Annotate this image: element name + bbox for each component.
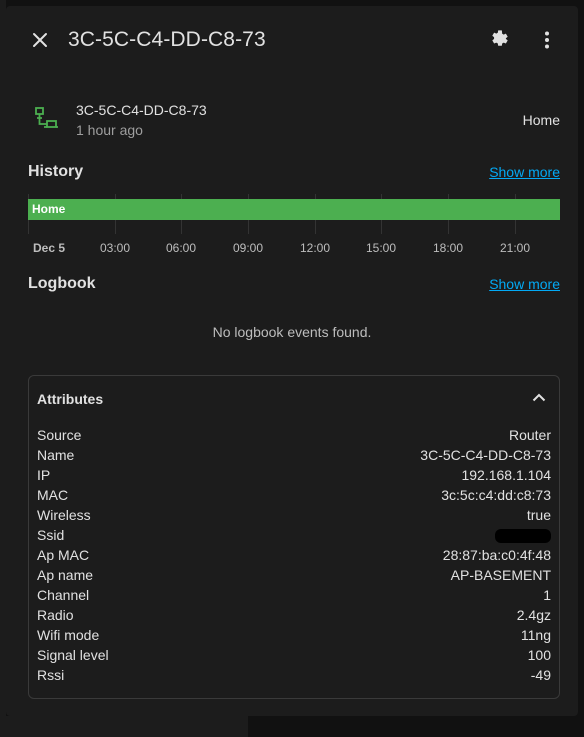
attribute-value: 2.4gz: [516, 607, 551, 623]
history-show-more-link[interactable]: Show more: [489, 164, 560, 180]
attribute-key: Wifi mode: [37, 627, 100, 643]
dialog-header: 3C-5C-C4-DD-C8-73: [6, 6, 578, 78]
timeline-tick-label: 09:00: [232, 241, 264, 255]
attribute-row: Wifi mode 11ng: [37, 625, 551, 645]
attribute-key: Ssid: [37, 527, 65, 543]
timeline-tick-label: 03:00: [99, 241, 131, 255]
attribute-row: Ssid: [37, 525, 551, 545]
attribute-row: Source Router: [37, 425, 551, 445]
redaction-mark: [495, 529, 551, 544]
history-timeline: Home Dec 5 03:00 06:00 09:00 12:00 15:00…: [28, 194, 560, 255]
history-bar-label: Home: [32, 202, 66, 216]
attributes-title[interactable]: Attributes: [37, 391, 103, 407]
attributes-panel: Attributes Source Router Name 3C-5C-C4-D…: [28, 375, 560, 699]
chevron-up-icon: [532, 389, 546, 407]
attribute-value: 1: [543, 587, 551, 603]
entity-last-changed: 1 hour ago: [76, 122, 143, 138]
attribute-key: Signal level: [37, 647, 109, 663]
close-icon: [30, 30, 50, 55]
attribute-row: Radio 2.4gz: [37, 605, 551, 625]
attribute-value: 100: [527, 647, 551, 663]
logbook-title: Logbook: [28, 275, 96, 292]
entity-state-row: 3C-5C-C4-DD-C8-73 1 hour ago Home: [28, 102, 560, 146]
attribute-key: Radio: [37, 607, 74, 623]
attribute-key: Ap MAC: [37, 547, 90, 563]
attribute-value: Router: [508, 427, 551, 443]
timeline-tick-label: 15:00: [365, 241, 397, 255]
dialog-title: 3C-5C-C4-DD-C8-73: [68, 28, 266, 51]
attribute-row: Ap MAC 28:87:ba:c0:4f:48: [37, 545, 551, 565]
settings-button[interactable]: [480, 22, 520, 62]
attribute-value: AP-BASEMENT: [450, 567, 551, 583]
logbook-show-more-link[interactable]: Show more: [489, 276, 560, 292]
attribute-value-redacted: [495, 527, 551, 544]
more-options-button[interactable]: [527, 22, 567, 62]
timeline-tick-label: 18:00: [432, 241, 464, 255]
lan-icon: [34, 106, 60, 132]
attribute-key: Name: [37, 447, 75, 463]
attribute-key: MAC: [37, 487, 69, 503]
attribute-row: Channel 1: [37, 585, 551, 605]
entity-state: Home: [522, 112, 560, 128]
history-title: History: [28, 163, 84, 180]
attribute-row: Signal level 100: [37, 645, 551, 665]
timeline-tick-label: 12:00: [299, 241, 331, 255]
attribute-value: 3c:5c:c4:dd:c8:73: [441, 487, 551, 503]
attribute-key: Wireless: [37, 507, 91, 523]
more-info-dialog: 3C-5C-C4-DD-C8-73 3C-5C-C4-DD-C8-73 1 ho…: [6, 6, 578, 716]
history-state-bar[interactable]: Home: [28, 199, 560, 220]
close-button[interactable]: [20, 22, 60, 62]
attribute-key: Source: [37, 427, 82, 443]
attribute-value: -49: [530, 667, 551, 683]
attribute-value: 28:87:ba:c0:4f:48: [442, 547, 551, 563]
attribute-row: IP 192.168.1.104: [37, 465, 551, 485]
more-vert-icon: [544, 31, 550, 54]
attribute-key: IP: [37, 467, 51, 483]
logbook-empty-message: No logbook events found.: [212, 324, 372, 340]
attributes-collapse-button[interactable]: [527, 386, 551, 410]
attribute-key: Rssi: [37, 667, 65, 683]
attribute-row: Ap name AP-BASEMENT: [37, 565, 551, 585]
attribute-value: 11ng: [520, 627, 551, 643]
entity-name: 3C-5C-C4-DD-C8-73: [76, 102, 207, 118]
gear-icon: [489, 29, 511, 56]
timeline-tick-label: 06:00: [165, 241, 197, 255]
attribute-row: Name 3C-5C-C4-DD-C8-73: [37, 445, 551, 465]
attribute-row: MAC 3c:5c:c4:dd:c8:73: [37, 485, 551, 505]
attribute-value: true: [526, 507, 551, 523]
attribute-key: Ap name: [37, 567, 94, 583]
attributes-list: Source Router Name 3C-5C-C4-DD-C8-73 IP …: [37, 425, 551, 685]
attribute-value: 192.168.1.104: [461, 467, 551, 483]
background-page-footer: [0, 716, 248, 737]
attribute-row: Wireless true: [37, 505, 551, 525]
attribute-key: Channel: [37, 587, 90, 603]
timeline-tick-label: Dec 5: [32, 241, 66, 255]
timeline-tick-label: 21:00: [499, 241, 531, 255]
attribute-row: Rssi -49: [37, 665, 551, 685]
attribute-value: 3C-5C-C4-DD-C8-73: [420, 447, 551, 463]
